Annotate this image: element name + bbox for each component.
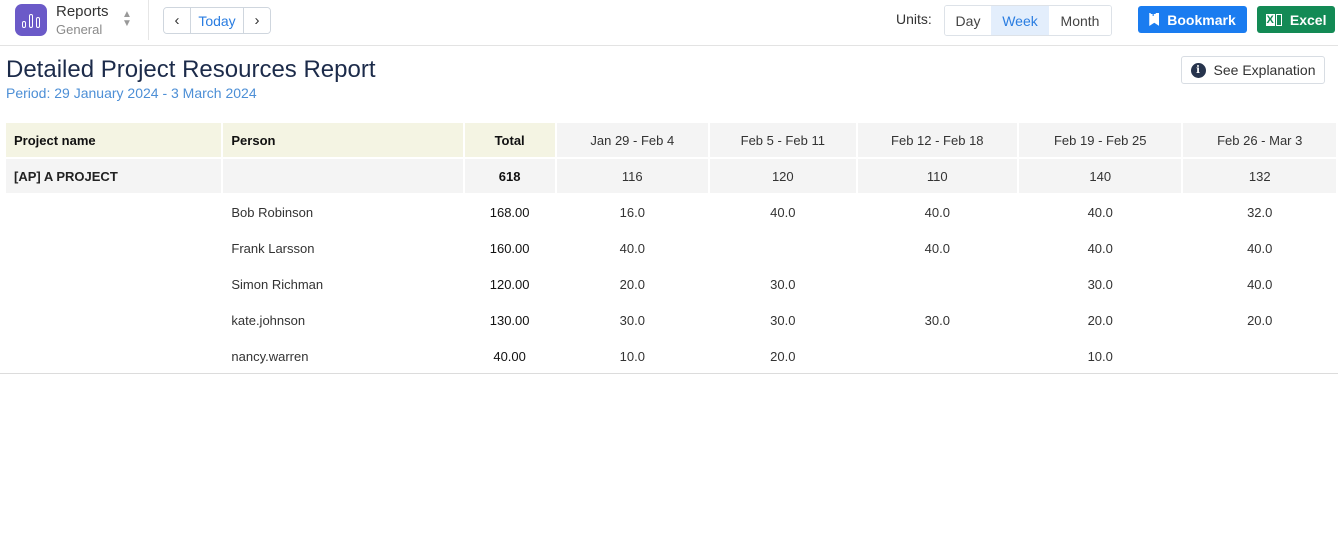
today-button[interactable]: Today bbox=[190, 8, 244, 33]
table-row: Frank Larsson 160.00 40.0 40.0 40.0 40.0 bbox=[6, 231, 1336, 265]
project-name: [AP] A PROJECT bbox=[6, 159, 222, 193]
next-period-button[interactable]: › bbox=[244, 8, 270, 33]
column-header-week[interactable]: Feb 26 - Mar 3 bbox=[1183, 123, 1336, 157]
table-row: nancy.warren 40.00 10.0 20.0 10.0 bbox=[6, 339, 1336, 373]
report-period: Period: 29 January 2024 - 3 March 2024 bbox=[6, 85, 257, 101]
bookmark-label: Bookmark bbox=[1167, 11, 1236, 28]
info-icon: i bbox=[1190, 62, 1206, 78]
see-explanation-button[interactable]: i See Explanation bbox=[1181, 56, 1325, 84]
project-week-total: 110 bbox=[857, 159, 1018, 193]
project-week-total: 116 bbox=[556, 159, 709, 193]
unit-day-button[interactable]: Day bbox=[945, 6, 991, 35]
person-week-hours: 30.0 bbox=[1019, 267, 1182, 301]
table-row: Bob Robinson 168.00 16.0 40.0 40.0 40.0 … bbox=[6, 195, 1336, 229]
column-header-week[interactable]: Feb 19 - Feb 25 bbox=[1019, 123, 1182, 157]
project-total: 618 bbox=[464, 159, 555, 193]
person-total: 168.00 bbox=[464, 195, 555, 229]
bookmark-add-icon bbox=[1149, 13, 1160, 26]
person-week-hours: 16.0 bbox=[556, 195, 709, 229]
person-week-hours: 30.0 bbox=[556, 303, 709, 337]
person-week-hours bbox=[857, 267, 1018, 301]
person-name: nancy.warren bbox=[223, 339, 463, 373]
unit-month-button[interactable]: Month bbox=[1049, 6, 1111, 35]
person-week-hours: 32.0 bbox=[1183, 195, 1336, 229]
person-week-hours: 20.0 bbox=[1183, 303, 1336, 337]
report-table: Project name Person Total Jan 29 - Feb 4… bbox=[4, 121, 1338, 375]
person-week-hours: 40.0 bbox=[710, 195, 856, 229]
person-name: Bob Robinson bbox=[223, 195, 463, 229]
person-week-hours: 30.0 bbox=[857, 303, 1018, 337]
excel-label: Excel bbox=[1289, 11, 1327, 28]
person-week-hours: 40.0 bbox=[1019, 231, 1182, 265]
table-row: kate.johnson 130.00 30.0 30.0 30.0 20.0 … bbox=[6, 303, 1336, 337]
units-toggle: Day Week Month bbox=[944, 5, 1112, 36]
date-navigation: ‹ Today › bbox=[163, 7, 271, 34]
person-week-hours: 20.0 bbox=[1019, 303, 1182, 337]
project-row: [AP] A PROJECT 618 116 120 110 140 132 bbox=[6, 159, 1336, 193]
column-header-person[interactable]: Person bbox=[223, 123, 463, 157]
person-week-hours: 40.0 bbox=[1183, 267, 1336, 301]
bar-chart-icon[interactable] bbox=[15, 4, 47, 36]
person-week-hours: 40.0 bbox=[1183, 231, 1336, 265]
app-subtitle: General bbox=[56, 22, 103, 37]
person-total: 160.00 bbox=[464, 231, 555, 265]
person-week-hours: 20.0 bbox=[710, 339, 856, 373]
unit-week-button[interactable]: Week bbox=[991, 6, 1049, 35]
person-name: kate.johnson bbox=[223, 303, 463, 337]
app-title[interactable]: Reports bbox=[56, 3, 109, 20]
column-header-week[interactable]: Feb 5 - Feb 11 bbox=[710, 123, 856, 157]
person-name: Simon Richman bbox=[223, 267, 463, 301]
person-week-hours: 40.0 bbox=[1019, 195, 1182, 229]
chevron-right-icon: › bbox=[254, 12, 260, 29]
project-person-empty bbox=[223, 159, 463, 193]
units-label: Units: bbox=[896, 11, 932, 27]
project-week-total: 120 bbox=[710, 159, 856, 193]
person-week-hours: 40.0 bbox=[857, 195, 1018, 229]
person-name: Frank Larsson bbox=[223, 231, 463, 265]
table-row: Simon Richman 120.00 20.0 30.0 30.0 40.0 bbox=[6, 267, 1336, 301]
chevron-up-down-icon[interactable]: ▲ ▼ bbox=[120, 10, 134, 30]
see-explanation-label: See Explanation bbox=[1213, 62, 1316, 78]
project-week-total: 140 bbox=[1019, 159, 1182, 193]
column-header-total[interactable]: Total bbox=[464, 123, 555, 157]
divider bbox=[148, 0, 149, 40]
person-week-hours: 30.0 bbox=[710, 303, 856, 337]
person-week-hours: 40.0 bbox=[857, 231, 1018, 265]
person-week-hours: 10.0 bbox=[1019, 339, 1182, 373]
chevron-left-icon: ‹ bbox=[174, 12, 180, 29]
person-week-hours: 40.0 bbox=[556, 231, 709, 265]
page-title: Detailed Project Resources Report bbox=[6, 56, 376, 83]
table-header-row: Project name Person Total Jan 29 - Feb 4… bbox=[6, 123, 1336, 157]
person-total: 130.00 bbox=[464, 303, 555, 337]
column-header-week[interactable]: Jan 29 - Feb 4 bbox=[556, 123, 709, 157]
excel-export-button[interactable]: X Excel bbox=[1257, 6, 1335, 33]
person-week-hours: 10.0 bbox=[556, 339, 709, 373]
person-week-hours bbox=[1183, 339, 1336, 373]
previous-period-button[interactable]: ‹ bbox=[164, 8, 190, 33]
person-total: 40.00 bbox=[464, 339, 555, 373]
project-week-total: 132 bbox=[1183, 159, 1336, 193]
person-week-hours: 30.0 bbox=[710, 267, 856, 301]
excel-icon: X bbox=[1265, 13, 1282, 26]
column-header-project[interactable]: Project name bbox=[6, 123, 222, 157]
top-bar: Reports General ▲ ▼ ‹ Today › Units: Day … bbox=[0, 0, 1338, 46]
column-header-week[interactable]: Feb 12 - Feb 18 bbox=[857, 123, 1018, 157]
person-week-hours bbox=[857, 339, 1018, 373]
person-week-hours: 20.0 bbox=[556, 267, 709, 301]
person-week-hours bbox=[710, 231, 856, 265]
bookmark-button[interactable]: Bookmark bbox=[1138, 6, 1247, 33]
table-bottom-divider bbox=[0, 373, 1338, 374]
person-total: 120.00 bbox=[464, 267, 555, 301]
